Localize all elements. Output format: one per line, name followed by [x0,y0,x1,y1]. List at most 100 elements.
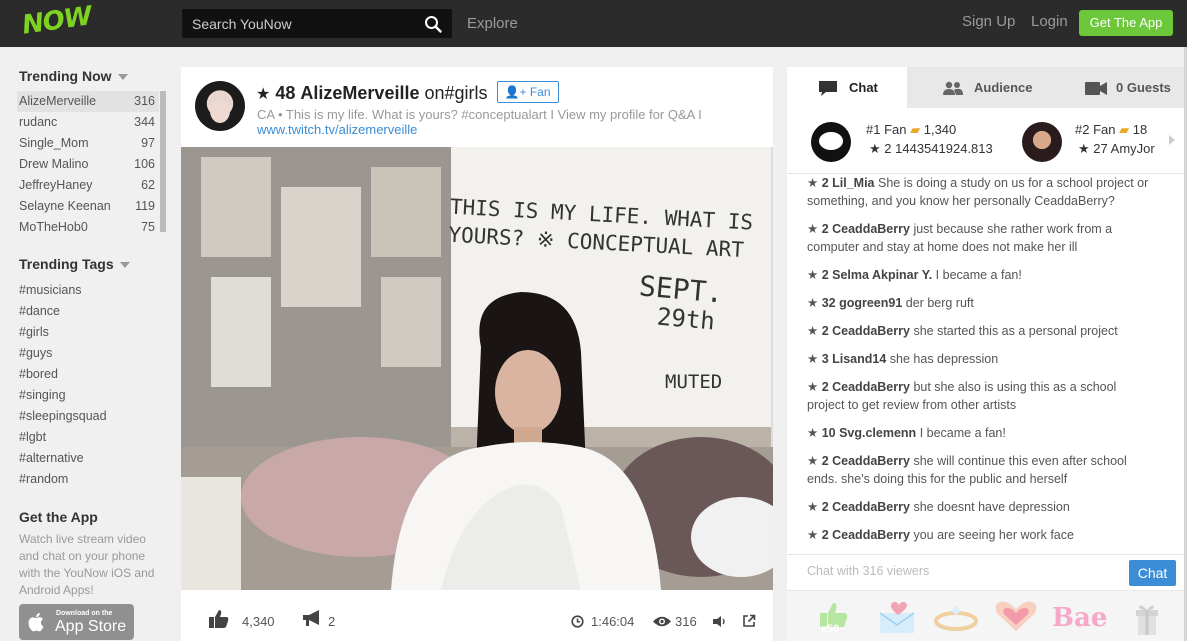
gift-box[interactable] [1135,601,1159,641]
trending-item[interactable]: MoTheHob0 75 [17,217,159,238]
sign-up-link[interactable]: Sign Up [962,13,1015,30]
top-bar: NOW Explore Sign Up Login Get The App [0,0,1187,47]
megaphone-icon[interactable] [301,609,323,627]
fan-1-avatar[interactable] [811,122,851,162]
message-user[interactable]: CeaddaBerry [832,528,910,542]
like-count: 4,340 [242,614,275,629]
tab-audience-label: Audience [974,80,1033,95]
chat-input[interactable] [807,564,1107,578]
login-link[interactable]: Login [1031,13,1068,30]
tag-link[interactable]: #alternative [19,448,107,469]
trending-item[interactable]: JeffreyHaney 62 [17,175,159,196]
trending-item[interactable]: AlizeMerveille 316 [17,91,159,112]
heart-hands-gift[interactable] [991,599,1041,640]
message-user[interactable]: Selma Akpinar Y. [832,268,932,282]
message-text: you are seeing her work face [913,528,1074,542]
message-level: 2 [821,324,829,338]
broadcast-panel: ★ 48 AlizeMerveille on#girls 👤+ Fan CA •… [181,67,773,641]
broadcaster-avatar[interactable] [195,81,245,131]
tag-link[interactable]: #guys [19,343,107,364]
tag-link[interactable]: #musicians [19,280,107,301]
message-user[interactable]: CeaddaBerry [832,324,910,338]
fan-2-avatar[interactable] [1022,122,1062,162]
chevron-down-icon[interactable] [117,74,128,81]
trending-name: Drew Malino [19,157,89,171]
tab-audience[interactable]: Audience [907,67,1057,108]
volume-icon[interactable] [712,615,728,628]
chat-message: ★ 2 CeaddaBerry she started this as a pe… [807,324,1118,338]
tag-link[interactable]: #sleepingsquad [19,406,107,427]
ring-gift[interactable] [933,605,979,636]
tab-guests[interactable]: 0 Guests [1057,67,1184,108]
fan-button-label: Fan [529,85,551,100]
left-sidebar: Trending Now AlizeMerveille 316 rudanc 344… [0,47,170,641]
app-store-badge[interactable]: Download on the App Store [19,604,134,640]
tab-chat-label: Chat [849,80,878,95]
clock-icon [571,615,584,628]
chevron-down-icon[interactable] [119,262,130,269]
trending-item[interactable]: Single_Mom 97 [17,133,159,154]
chat-message: ★ 3 Lisand14 she has depression [807,352,999,366]
fan-1-name[interactable]: 1443541924.813 [895,141,993,156]
trending-now-heading[interactable]: Trending Now [19,68,128,84]
fan-button[interactable]: 👤+ Fan [496,81,559,104]
message-text: der berg ruft [905,296,974,310]
tab-guests-label: 0 Guests [1116,80,1171,95]
search-icon[interactable] [424,15,442,33]
broadcaster-username[interactable]: AlizeMerveille [300,83,419,103]
trending-name: Selayne Keenan [19,199,111,213]
message-user[interactable]: CeaddaBerry [832,500,910,514]
message-user[interactable]: CeaddaBerry [832,454,910,468]
trending-name: AlizeMerveille [19,94,97,108]
broadcast-link[interactable]: www.twitch.tv/alizemerveille [257,122,417,137]
trending-item[interactable]: Drew Malino 106 [17,154,159,175]
like-gift[interactable]: x50 [817,599,851,640]
chat-message: ★ 2 CeaddaBerry you are seeing her work … [807,528,1074,542]
message-user[interactable]: Svg.clemenn [839,426,916,440]
search-box[interactable] [182,9,452,38]
tag-link[interactable]: #girls [19,322,107,343]
message-text: she doesnt have depression [913,500,1070,514]
tag-link[interactable]: #random [19,469,107,490]
search-input[interactable] [182,9,422,38]
app-store-big-text: App Store [55,618,127,635]
younow-logo[interactable]: NOW [20,1,93,40]
trending-scrollbar[interactable] [160,91,166,232]
message-user[interactable]: Lil_Mia [832,176,874,190]
message-level: 10 [821,426,836,440]
on-label: on [424,83,445,103]
apple-icon [28,613,44,632]
tag-link[interactable]: #dance [19,301,107,322]
message-user[interactable]: Lisand14 [832,352,886,366]
message-level: 2 [821,528,829,542]
broadcast-tag[interactable]: #girls [445,83,488,103]
message-user[interactable]: CeaddaBerry [832,222,910,236]
send-chat-button[interactable]: Chat [1129,560,1176,586]
get-the-app-button[interactable]: Get The App [1079,10,1173,36]
tag-link[interactable]: #singing [19,385,107,406]
tag-link[interactable]: #lgbt [19,427,107,448]
chevron-right-icon[interactable] [1168,134,1176,146]
tag-link[interactable]: #bored [19,364,107,385]
message-user[interactable]: CeaddaBerry [832,380,910,394]
popout-icon[interactable] [742,614,756,628]
chat-message: ★ 32 gogreen91 der berg ruft [807,296,974,310]
love-letter-gift[interactable] [878,601,918,640]
trending-now-list: AlizeMerveille 316 rudanc 344 Single_Mom 97… [17,91,159,238]
message-user[interactable]: gogreen91 [839,296,902,310]
fan-2-name[interactable]: AmyJor [1111,141,1155,156]
chat-message: ★ 10 Svg.clemenn I became a fan! [807,426,1006,440]
explore-link[interactable]: Explore [467,15,518,32]
trending-count: 62 [141,178,155,192]
star-icon: ★ [869,141,881,156]
tab-chat[interactable]: Chat [787,67,907,108]
bae-gift[interactable]: Bae [1052,603,1107,633]
trending-item[interactable]: rudanc 344 [17,112,159,133]
chat-panel: Chat Audience 0 Guests #1 Fan ▰ 1,340 ★ … [787,67,1184,641]
trending-item[interactable]: Selayne Keenan 119 [17,196,159,217]
trending-name: MoTheHob0 [19,220,88,234]
video-player[interactable]: THIS IS MY LIFE. WHAT IS YOURS? ※ CONCEP… [181,147,773,590]
thumbs-up-icon[interactable] [208,608,230,630]
app-store-small-text: Download on the [56,610,113,617]
trending-tags-heading[interactable]: Trending Tags [19,256,130,272]
